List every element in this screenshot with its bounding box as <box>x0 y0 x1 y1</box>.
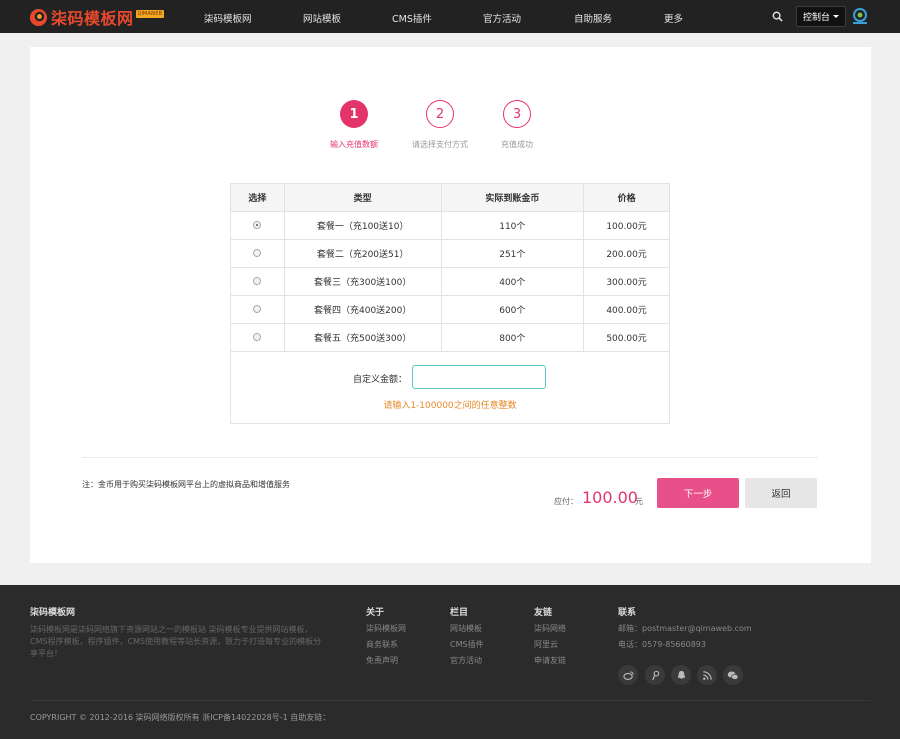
footer-contact-title: 联系 <box>618 608 637 618</box>
package-radio[interactable] <box>253 305 262 313</box>
package-radio[interactable] <box>253 221 262 229</box>
step-3-label: 充值成功 <box>501 140 533 149</box>
nav-item-more[interactable]: 更多 <box>664 11 683 25</box>
divider <box>82 457 818 458</box>
coin-usage-note: 注：金币用于购买柒码模板网平台上的虚拟商品和增值服务 <box>82 480 290 489</box>
footer-col-sections-title: 栏目 <box>450 608 469 618</box>
logo-text: 柒码模板网 <box>51 9 134 28</box>
package-type: 套餐五（充500送300） <box>283 323 442 352</box>
footer-brand: 柒码模板网 <box>30 608 76 618</box>
package-table: 选择 类型 实际到账金币 价格 套餐一（充100送10） 110个 100.00… <box>230 183 670 352</box>
footer-link[interactable]: 柒码网络 <box>534 623 566 634</box>
footer-link[interactable]: 申请友链 <box>534 655 566 666</box>
package-coins: 400个 <box>440 267 585 296</box>
column-header-select: 选择 <box>230 183 285 212</box>
custom-amount-label: 自定义金额： <box>353 375 408 385</box>
table-row[interactable]: 套餐四（充400送200） 600个 400.00元 <box>230 295 670 324</box>
package-price: 200.00元 <box>583 239 670 268</box>
caret-down-icon <box>833 15 839 18</box>
package-price: 500.00元 <box>583 323 670 352</box>
footer-divider <box>30 700 870 701</box>
nav-item-cms-plugins[interactable]: CMS插件 <box>392 11 432 25</box>
qq-icon[interactable] <box>671 665 691 685</box>
package-radio[interactable] <box>253 249 262 257</box>
console-dropdown[interactable]: 控制台 <box>796 6 846 27</box>
footer-col-about-title: 关于 <box>366 608 385 618</box>
table-row[interactable]: 套餐三（充300送100） 400个 300.00元 <box>230 267 670 296</box>
rss-icon[interactable] <box>697 665 717 685</box>
search-icon[interactable] <box>772 11 783 22</box>
table-row[interactable]: 套餐二（充200送51） 251个 200.00元 <box>230 239 670 268</box>
package-type: 套餐二（充200送51） <box>283 239 442 268</box>
step-1-label: 输入充值数额 <box>330 140 378 149</box>
footer-email: 邮箱：postmaster@qimaweb.com <box>618 624 752 633</box>
package-coins: 251个 <box>440 239 585 268</box>
partner-logo-icon[interactable] <box>851 7 869 25</box>
payable-unit: 元 <box>635 497 643 506</box>
logo-icon <box>29 8 48 26</box>
footer-link[interactable]: CMS插件 <box>450 639 484 650</box>
select-cell <box>230 295 285 324</box>
payable-amount: 100.00 <box>582 488 638 507</box>
tencent-weibo-icon[interactable] <box>645 665 665 685</box>
package-radio[interactable] <box>253 333 262 341</box>
custom-amount-section: 自定义金额： 请输入1-100000之间的任意整数 <box>230 351 670 424</box>
weibo-icon[interactable] <box>618 665 638 685</box>
nav-item-templates[interactable]: 网站模板 <box>303 11 341 25</box>
select-cell <box>230 267 285 296</box>
nav-item-activities[interactable]: 官方活动 <box>483 11 521 25</box>
recharge-panel: 1 2 3 输入充值数额 请选择支付方式 充值成功 选择 类型 实际到账金币 价… <box>30 47 871 563</box>
payable-label: 应付： <box>554 497 578 506</box>
site-footer: 柒码模板网 柒码模板网是柒码网络旗下资源网站之一的模板站 柒码模板专业提供网站模… <box>0 585 900 739</box>
table-row[interactable]: 套餐五（充500送300） 800个 500.00元 <box>230 323 670 352</box>
package-type: 套餐三（充300送100） <box>283 267 442 296</box>
footer-link[interactable]: 阿里云 <box>534 639 558 650</box>
package-type: 套餐四（充400送200） <box>283 295 442 324</box>
package-coins: 110个 <box>440 211 585 240</box>
step-3-indicator: 3 <box>503 100 531 128</box>
column-header-type: 类型 <box>283 183 442 212</box>
step-1-indicator: 1 <box>340 100 368 128</box>
package-price: 400.00元 <box>583 295 670 324</box>
footer-col-friend-links-title: 友链 <box>534 608 553 618</box>
package-type: 套餐一（充100送10） <box>283 211 442 240</box>
footer-link[interactable]: 网站模板 <box>450 623 482 634</box>
logo-badge: QIMAWEB <box>135 9 164 18</box>
copyright-text: COPYRIGHT © 2012-2016 柒码网络版权所有 浙ICP备1402… <box>30 713 331 722</box>
footer-link[interactable]: 柒码模板网 <box>366 623 406 634</box>
nav-item-self-service[interactable]: 自助服务 <box>574 11 612 25</box>
footer-link[interactable]: 免责声明 <box>366 655 398 666</box>
site-logo[interactable]: 柒码模板网 QIMAWEB <box>29 7 164 28</box>
table-header-row: 选择 类型 实际到账金币 价格 <box>230 183 670 212</box>
package-price: 100.00元 <box>583 211 670 240</box>
nav-item-home[interactable]: 柒码模板网 <box>204 11 252 25</box>
column-header-coins: 实际到账金币 <box>440 183 585 212</box>
package-radio[interactable] <box>253 277 262 285</box>
custom-amount-input[interactable] <box>412 365 546 389</box>
footer-description: 柒码模板网是柒码网络旗下资源网站之一的模板站 柒码模板专业提供网站模板，CMS程… <box>30 625 322 658</box>
package-coins: 600个 <box>440 295 585 324</box>
package-coins: 800个 <box>440 323 585 352</box>
select-cell <box>230 323 285 352</box>
next-step-button[interactable]: 下一步 <box>657 478 739 508</box>
top-navbar: 柒码模板网 QIMAWEB 柒码模板网 网站模板 CMS插件 官方活动 自助服务… <box>0 0 900 33</box>
back-button[interactable]: 返回 <box>745 478 817 508</box>
step-2-indicator: 2 <box>426 100 454 128</box>
select-cell <box>230 211 285 240</box>
wechat-icon[interactable] <box>723 665 743 685</box>
footer-phone: 电话：0579-85660893 <box>618 640 706 649</box>
custom-amount-hint: 请输入1-100000之间的任意整数 <box>383 401 517 411</box>
column-header-price: 价格 <box>583 183 670 212</box>
console-label: 控制台 <box>802 13 830 23</box>
footer-link[interactable]: 商务联系 <box>366 639 398 650</box>
footer-link[interactable]: 官方活动 <box>450 655 482 666</box>
select-cell <box>230 239 285 268</box>
package-price: 300.00元 <box>583 267 670 296</box>
table-row[interactable]: 套餐一（充100送10） 110个 100.00元 <box>230 211 670 240</box>
